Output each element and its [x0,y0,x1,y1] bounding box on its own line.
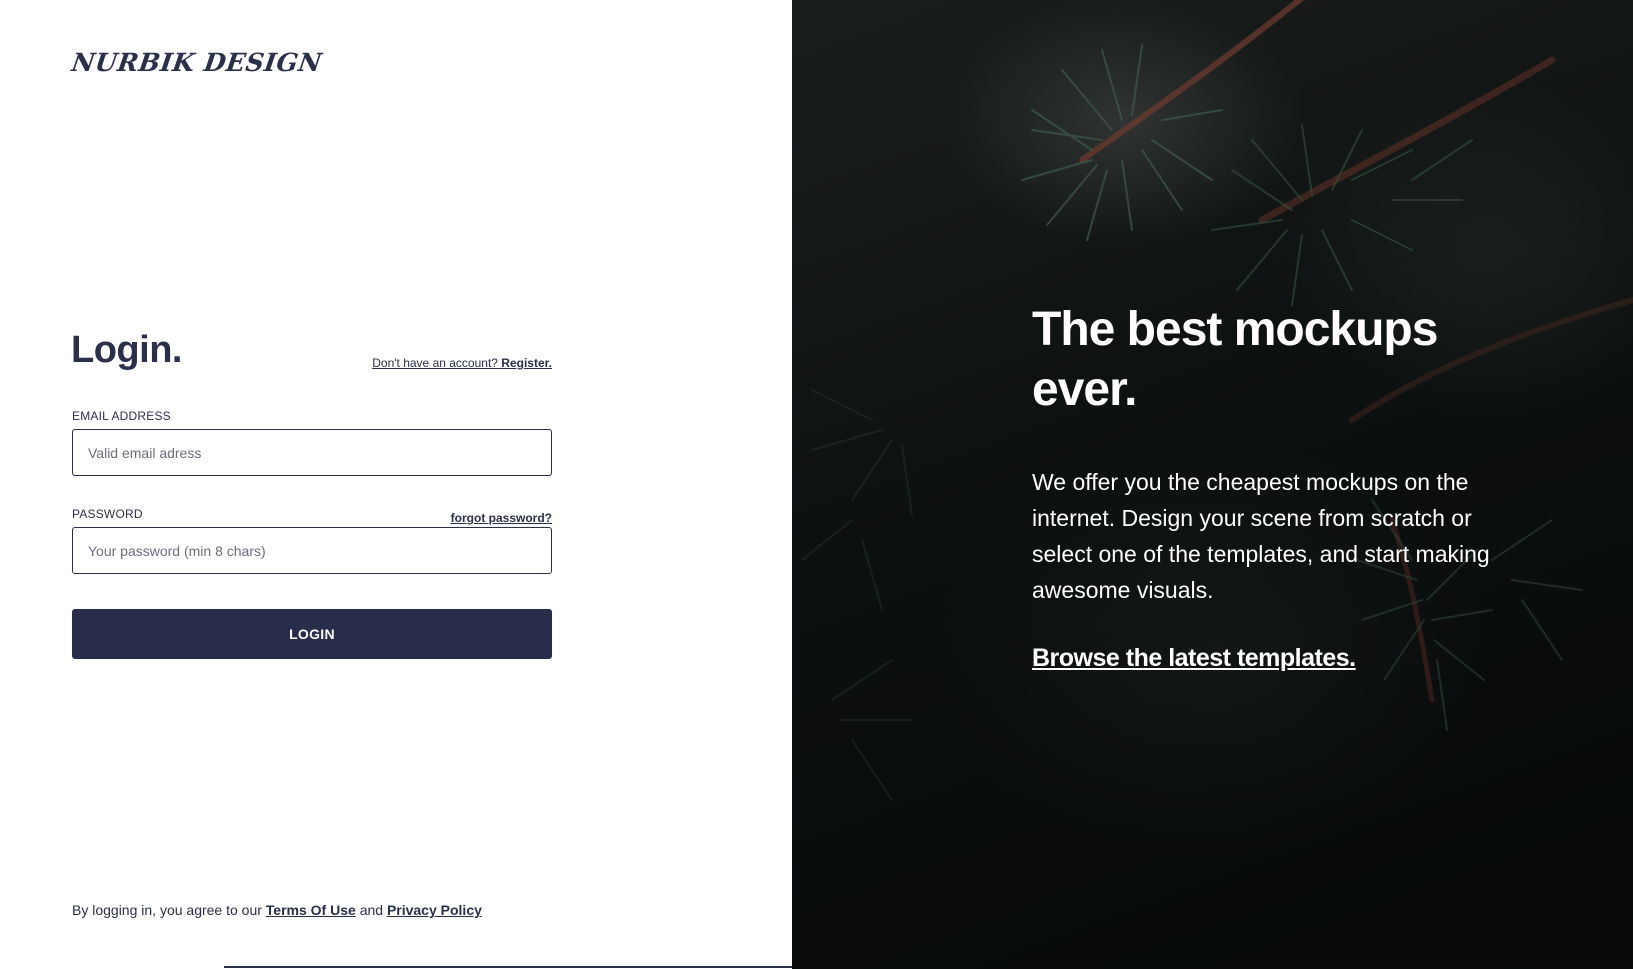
page-title: Login. [71,329,182,371]
hero-title: The best mockups ever. [1032,303,1438,416]
password-label: PASSWORD [72,507,143,521]
bottom-divider [224,966,792,968]
email-field[interactable] [72,429,552,476]
login-button[interactable]: LOGIN [72,609,552,659]
register-link[interactable]: Don't have an account? Register. [372,356,552,370]
register-prompt: Don't have an account? [372,356,498,370]
terms-of-use-link[interactable]: Terms Of Use [266,902,356,918]
email-label: EMAIL ADDRESS [72,409,171,423]
hero-panel: The best mockups ever. We offer you the … [792,0,1633,969]
password-field[interactable] [72,527,552,574]
forgot-password-link[interactable]: forgot password? [451,511,552,525]
brand-logo[interactable]: NURBIK DESIGN [70,48,324,77]
login-panel: NURBIK DESIGN Login. Don't have an accou… [0,0,792,969]
hero-description: We offer you the cheapest mockups on the… [1032,469,1490,603]
terms-and: and [359,902,384,918]
register-link-label: Register. [501,356,552,370]
browse-templates-link[interactable]: Browse the latest templates. [1032,644,1356,673]
privacy-policy-link[interactable]: Privacy Policy [387,902,482,918]
terms-notice: By logging in, you agree to our Terms Of… [72,902,482,918]
terms-prefix: By logging in, you agree to our [72,902,262,918]
login-page: NURBIK DESIGN Login. Don't have an accou… [0,0,1633,969]
hero-content: The best mockups ever. We offer you the … [1032,300,1532,673]
